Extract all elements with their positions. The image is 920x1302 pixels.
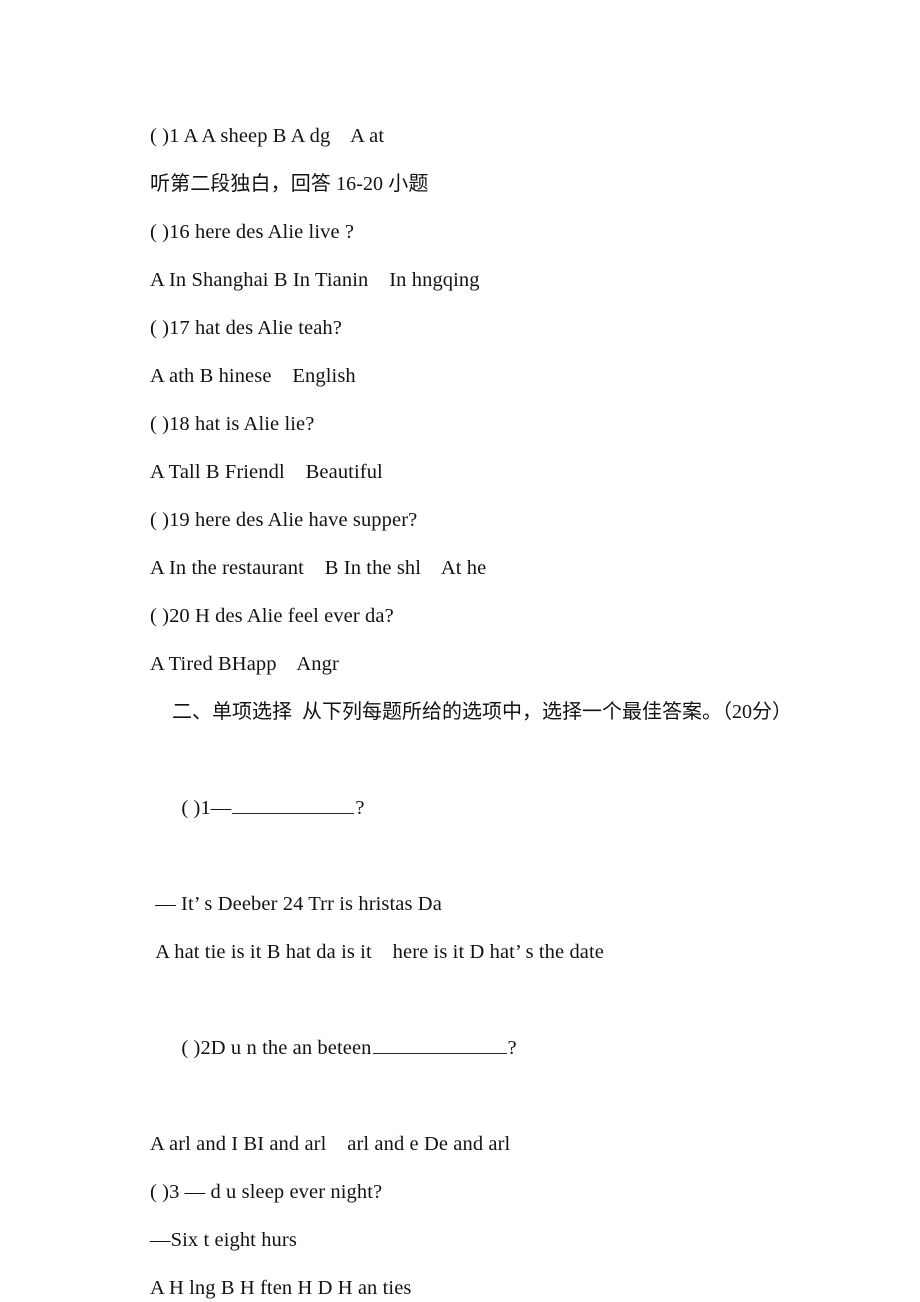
- mc-question-1-answer-line: — It’ s Deeber 24 Trr is hristas Da: [150, 893, 442, 915]
- mc-question-2-suffix: ?: [507, 1037, 517, 1059]
- mc-question-1-options: A hat tie is it B hat da is it here is i…: [150, 941, 604, 963]
- question-18-stem: ( )18 hat is Alie lie?: [150, 413, 315, 435]
- question-17-stem: ( )17 hat des Alie teah?: [150, 317, 342, 339]
- question-19-stem: ( )19 here des Alie have supper?: [150, 509, 418, 531]
- question-20-options: A Tired BHapp Angr: [150, 653, 339, 675]
- mc-question-2-options: A arl and I BI and arl arl and e De and …: [150, 1133, 511, 1155]
- question-20-stem: ( )20 H des Alie feel ever da?: [150, 605, 394, 627]
- listening-passage2-instruction: 听第二段独白，回答 16-20 小题: [150, 173, 429, 195]
- listening-q15-options: ( )1 A A sheep B A dg A at: [150, 125, 385, 147]
- answer-blank-1: [232, 793, 355, 814]
- question-19-options: A In the restaurant B In the shl At he: [150, 557, 487, 579]
- question-18-options: A Tall B Friendl Beautiful: [150, 461, 383, 483]
- answer-blank-2: [372, 1033, 507, 1054]
- mc-question-1-prefix: ( )1—: [181, 797, 232, 819]
- question-16-options: A In Shanghai B In Tianin In hngqing: [150, 269, 480, 291]
- question-16-stem: ( )16 here des Alie live ?: [150, 221, 355, 243]
- section-two-heading: 二、单项选择 从下列每题所给的选项中，选择一个最佳答案。（20分）: [172, 701, 792, 723]
- document-body: ( )1 A A sheep B A dg A at 听第二段独白，回答 16-…: [150, 112, 798, 1302]
- mc-question-1-suffix: ?: [355, 797, 365, 819]
- document-page: ( )1 A A sheep B A dg A at 听第二段独白，回答 16-…: [0, 0, 920, 1302]
- mc-question-2-prefix: ( )2D u n the an beteen: [181, 1037, 372, 1059]
- mc-question-3-answer-line: —Six t eight hurs: [150, 1229, 297, 1251]
- mc-question-1-stem: ( )1—?: [150, 736, 798, 880]
- mc-question-3-options: A H lng B H ften H D H an ties: [150, 1277, 412, 1299]
- mc-question-3-stem: ( )3 — d u sleep ever night?: [150, 1181, 383, 1203]
- question-17-options: A ath B hinese English: [150, 365, 356, 387]
- mc-question-2-stem: ( )2D u n the an beteen?: [150, 976, 798, 1120]
